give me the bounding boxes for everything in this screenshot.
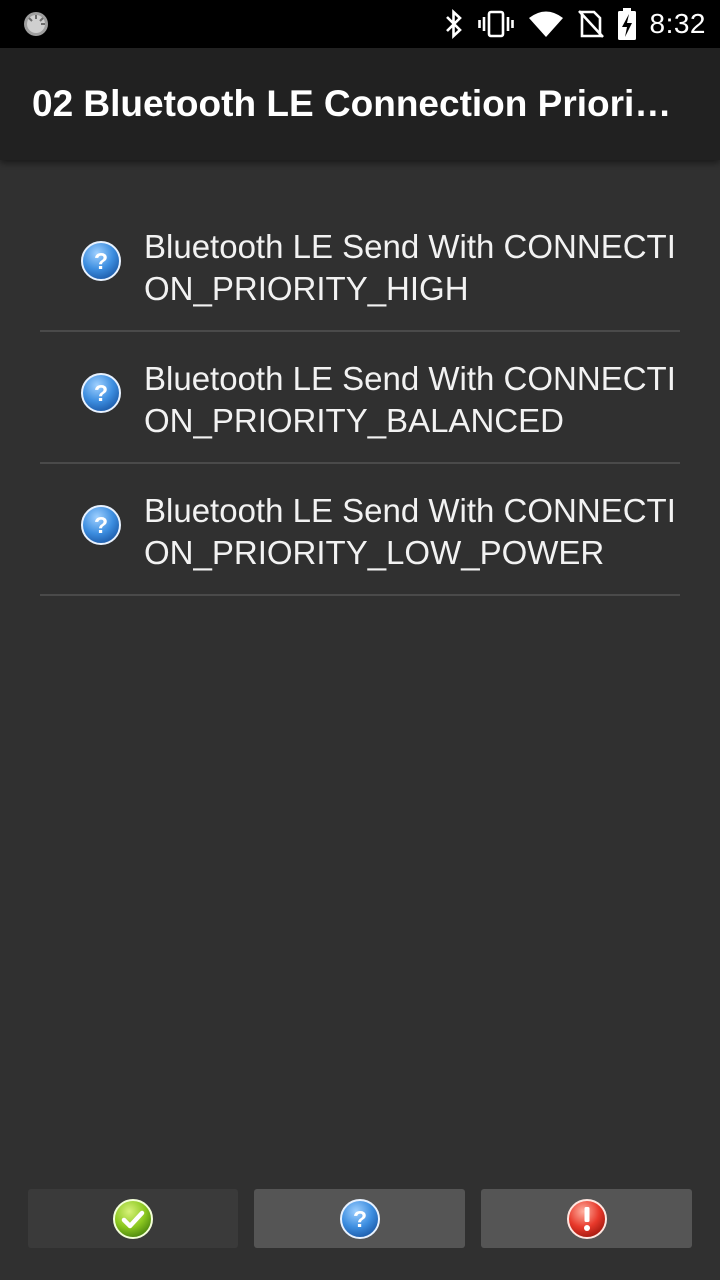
- fail-button[interactable]: [481, 1189, 692, 1248]
- question-icon: ?: [81, 373, 121, 413]
- info-button[interactable]: ?: [254, 1189, 465, 1248]
- list-item-label: Bluetooth LE Send With CONNECTION_PRIORI…: [144, 228, 676, 307]
- page-title: 02 Bluetooth LE Connection Priority Clie…: [32, 83, 672, 124]
- pass-button[interactable]: [28, 1189, 238, 1248]
- check-icon: [113, 1198, 153, 1239]
- status-time: 8:32: [649, 8, 706, 39]
- battery-charging-icon: [617, 8, 636, 40]
- screen: 8:32 02 Bluetooth LE Connection Priority…: [0, 0, 720, 1280]
- bottom-button-bar: ?: [28, 1189, 692, 1248]
- svg-text:?: ?: [94, 248, 108, 274]
- question-icon: ?: [339, 1198, 380, 1239]
- status-bar: 8:32: [0, 0, 720, 48]
- list-item-label: Bluetooth LE Send With CONNECTION_PRIORI…: [144, 492, 676, 571]
- list-item-connection-priority-low-power[interactable]: ? Bluetooth LE Send With CONNECTION_PRIO…: [40, 464, 680, 596]
- list-item-connection-priority-high[interactable]: ? Bluetooth LE Send With CONNECTION_PRIO…: [40, 200, 680, 332]
- svg-text:?: ?: [94, 380, 108, 406]
- exclamation-icon: [566, 1198, 607, 1239]
- wifi-icon: [528, 11, 563, 37]
- app-bar: 02 Bluetooth LE Connection Priority Clie…: [0, 48, 720, 160]
- loading-spinner-icon: [24, 12, 48, 36]
- vibrate-icon: [477, 10, 514, 38]
- list-item-label: Bluetooth LE Send With CONNECTION_PRIORI…: [144, 360, 676, 439]
- no-sim-icon: [577, 10, 604, 38]
- question-icon: ?: [81, 505, 121, 545]
- list-item-connection-priority-balanced[interactable]: ? Bluetooth LE Send With CONNECTION_PRIO…: [40, 332, 680, 464]
- test-list: ? Bluetooth LE Send With CONNECTION_PRIO…: [40, 200, 680, 596]
- question-icon: ?: [81, 241, 121, 281]
- bluetooth-icon: [445, 9, 462, 39]
- svg-text:?: ?: [352, 1206, 366, 1232]
- svg-text:?: ?: [94, 512, 108, 538]
